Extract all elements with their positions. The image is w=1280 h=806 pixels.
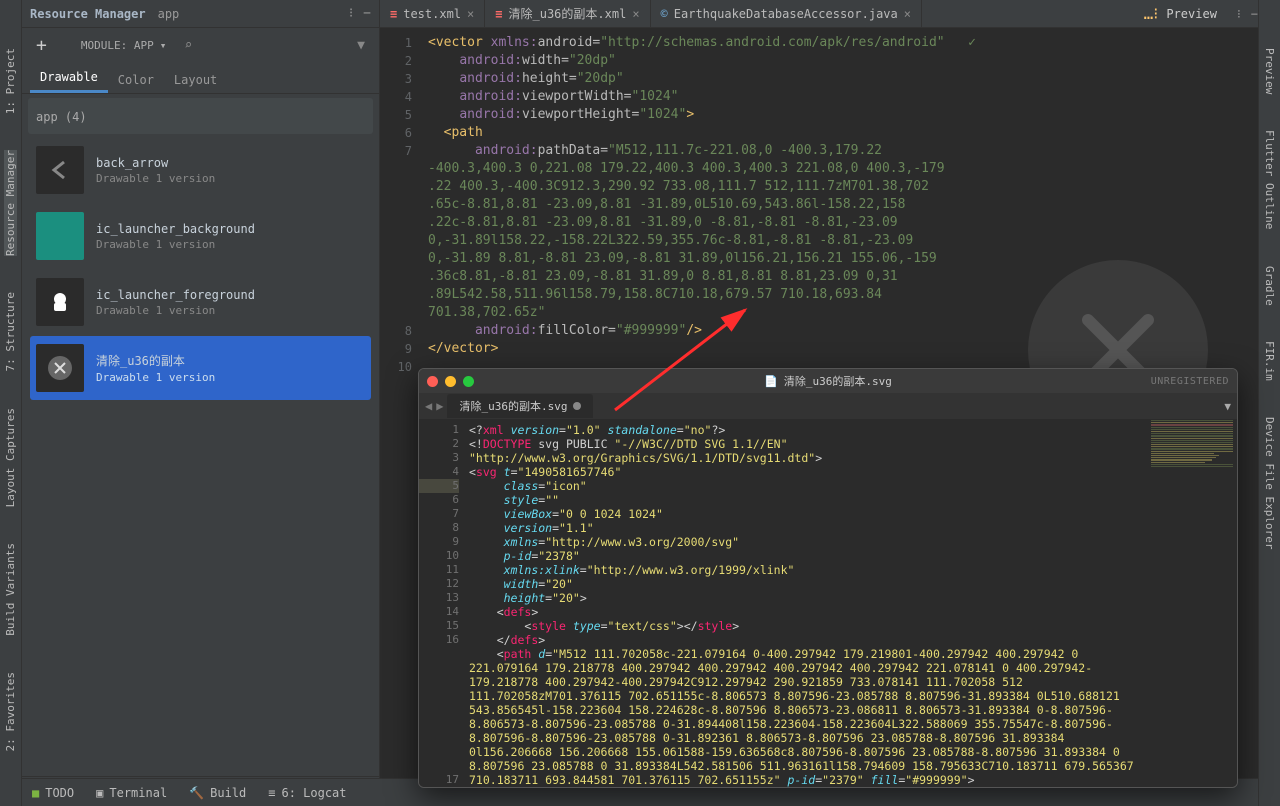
item-sub: Drawable 1 version bbox=[96, 371, 215, 384]
chevron-down-icon[interactable]: ▼ bbox=[1224, 400, 1231, 413]
right-tab-flutter[interactable]: Flutter Outline bbox=[1263, 130, 1276, 229]
thumb-close bbox=[36, 344, 84, 392]
sublime-tabbar: ◀ ▶ 清除_u36的副本.svg ▼ bbox=[419, 393, 1237, 419]
minimize-icon[interactable]: − bbox=[363, 6, 371, 21]
close-icon[interactable]: × bbox=[904, 7, 911, 21]
resmgr-subtitle: app bbox=[158, 7, 180, 21]
minimize-window-icon[interactable] bbox=[445, 376, 456, 387]
overflow-dots-icon[interactable]: …⁝ bbox=[1136, 4, 1167, 23]
tab-color[interactable]: Color bbox=[108, 67, 164, 93]
item-name: ic_launcher_background bbox=[96, 222, 255, 236]
secondary-editor-window: 📄 清除_u36的副本.svg UNREGISTERED ◀ ▶ 清除_u36的副… bbox=[418, 368, 1238, 788]
xml-icon: ≡ bbox=[495, 7, 502, 21]
sublime-gutter: 123456789101112131415161718 bbox=[419, 419, 465, 787]
right-tab-firim[interactable]: FIR.im bbox=[1263, 341, 1276, 381]
java-icon: © bbox=[661, 7, 668, 21]
tab-label: EarthquakeDatabaseAccessor.java bbox=[674, 7, 898, 21]
tab-label: 清除_u36的副本.xml bbox=[509, 5, 627, 22]
right-tab-devexplorer[interactable]: Device File Explorer bbox=[1263, 417, 1276, 549]
resmgr-tabs: Drawable Color Layout bbox=[22, 62, 379, 94]
right-tab-gradle[interactable]: Gradle bbox=[1263, 266, 1276, 306]
zoom-window-icon[interactable] bbox=[463, 376, 474, 387]
tab-layout[interactable]: Layout bbox=[164, 67, 227, 93]
nav-fwd-icon[interactable]: ▶ bbox=[436, 399, 443, 413]
window-titlebar[interactable]: 📄 清除_u36的副本.svg UNREGISTERED bbox=[419, 369, 1237, 393]
gear-icon[interactable]: ⁝ bbox=[349, 6, 353, 21]
minimize-icon[interactable]: − bbox=[1251, 7, 1258, 21]
item-name: ic_launcher_foreground bbox=[96, 288, 255, 302]
left-tool-rail: 1: Project Resource Manager 7: Structure… bbox=[0, 0, 22, 806]
item-sub: Drawable 1 version bbox=[96, 238, 255, 251]
thumb-arrow bbox=[36, 146, 84, 194]
item-sub: Drawable 1 version bbox=[96, 172, 215, 185]
document-icon: 📄 bbox=[764, 375, 778, 388]
bottom-tab-terminal[interactable]: ▣Terminal bbox=[96, 786, 167, 800]
unregistered-label: UNREGISTERED bbox=[1151, 376, 1229, 387]
preview-label[interactable]: Preview bbox=[1166, 7, 1217, 21]
editor-tab[interactable]: ≡ 清除_u36的副本.xml × bbox=[485, 0, 650, 27]
editor-tabbar: ≡ test.xml × ≡ 清除_u36的副本.xml × © EarthquakeDa… bbox=[380, 0, 1258, 28]
left-tab-favorites[interactable]: 2: Favorites bbox=[4, 672, 17, 751]
item-sub: Drawable 1 version bbox=[96, 304, 255, 317]
tab-label: 清除_u36的副本.svg bbox=[459, 398, 567, 414]
right-tool-rail: Preview Flutter Outline Gradle FIR.im De… bbox=[1258, 0, 1280, 806]
bottom-tab-todo[interactable]: ■TODO bbox=[32, 786, 74, 800]
resmgr-title: Resource Manager bbox=[30, 7, 146, 21]
list-item[interactable]: 清除_u36的副本 Drawable 1 version bbox=[30, 336, 371, 400]
left-tab-layoutcaptures[interactable]: Layout Captures bbox=[4, 408, 17, 507]
left-tab-project[interactable]: 1: Project bbox=[4, 48, 17, 114]
thumb-droid bbox=[36, 278, 84, 326]
tab-drawable[interactable]: Drawable bbox=[30, 64, 108, 93]
close-icon[interactable]: × bbox=[632, 7, 639, 21]
minimap[interactable] bbox=[1147, 419, 1237, 787]
sublime-code[interactable]: <?xml version="1.0" standalone="no"?> <!… bbox=[465, 419, 1147, 787]
bottom-tab-logcat[interactable]: ≡6: Logcat bbox=[268, 786, 346, 800]
resmgr-group-header: app (4) bbox=[28, 98, 373, 134]
menu-icon[interactable]: ⁝ bbox=[1237, 7, 1241, 21]
xml-icon: ≡ bbox=[390, 7, 397, 21]
filter-icon[interactable]: ▼ bbox=[357, 38, 365, 53]
left-tab-resmgr[interactable]: Resource Manager bbox=[4, 150, 17, 256]
item-name: 清除_u36的副本 bbox=[96, 352, 215, 369]
resmgr-toolbar: + MODULE: APP▾ ⌕ ▼ bbox=[22, 28, 379, 62]
left-tab-structure[interactable]: 7: Structure bbox=[4, 292, 17, 371]
sublime-tab[interactable]: 清除_u36的副本.svg bbox=[447, 394, 593, 418]
module-selector[interactable]: MODULE: APP▾ bbox=[73, 36, 174, 55]
left-tab-buildvariants[interactable]: Build Variants bbox=[4, 543, 17, 636]
window-title: 清除_u36的副本.svg bbox=[784, 373, 892, 389]
resource-manager-panel: Resource Manager app ⁝ − + MODULE: APP▾ … bbox=[22, 0, 380, 806]
close-window-icon[interactable] bbox=[427, 376, 438, 387]
right-tab-preview[interactable]: Preview bbox=[1263, 48, 1276, 94]
editor-gutter: 1 2 3 4 5 6 7 8 9 10 bbox=[380, 28, 422, 376]
editor-tab[interactable]: ≡ test.xml × bbox=[380, 0, 485, 27]
thumb-grid bbox=[36, 212, 84, 260]
list-item[interactable]: back_arrow Drawable 1 version bbox=[30, 138, 371, 202]
chevron-down-icon: ▾ bbox=[160, 39, 167, 52]
bottom-tab-build[interactable]: 🔨Build bbox=[189, 786, 246, 800]
add-resource-button[interactable]: + bbox=[30, 33, 53, 58]
nav-back-icon[interactable]: ◀ bbox=[425, 399, 432, 413]
item-name: back_arrow bbox=[96, 156, 215, 170]
tab-label: test.xml bbox=[403, 7, 461, 21]
editor-tab[interactable]: © EarthquakeDatabaseAccessor.java × bbox=[651, 0, 922, 27]
resmgr-header: Resource Manager app ⁝ − bbox=[22, 0, 379, 28]
resmgr-list: back_arrow Drawable 1 version ic_launcher… bbox=[22, 138, 379, 776]
search-icon[interactable]: ⌕ bbox=[184, 38, 192, 53]
list-item[interactable]: ic_launcher_background Drawable 1 version bbox=[30, 204, 371, 268]
dirty-indicator-icon bbox=[573, 402, 581, 410]
list-item[interactable]: ic_launcher_foreground Drawable 1 version bbox=[30, 270, 371, 334]
close-icon[interactable]: × bbox=[467, 7, 474, 21]
